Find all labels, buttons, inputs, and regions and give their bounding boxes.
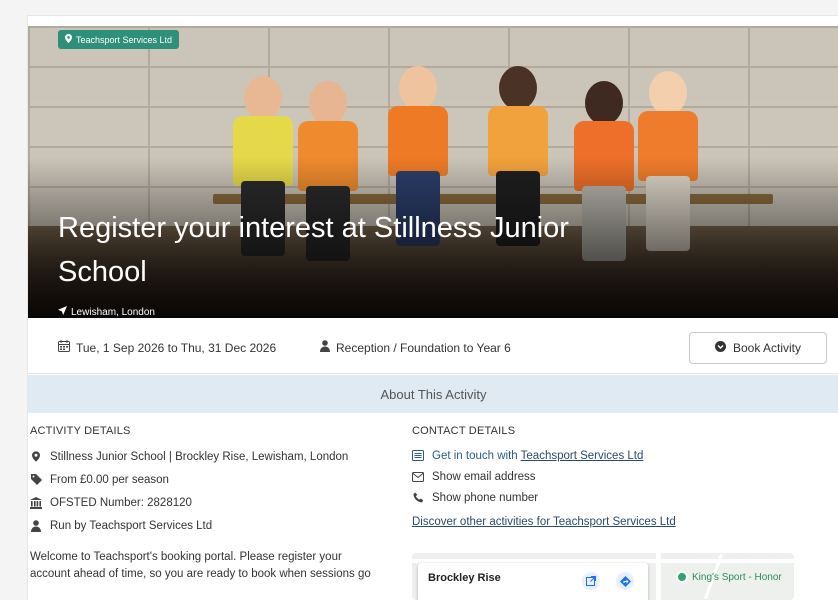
get-in-touch-label: Get in touch with Teachsport Services Lt… bbox=[432, 450, 643, 462]
page-title: Register your interest at Stillness Juni… bbox=[58, 212, 569, 288]
chevron-circle-down-icon bbox=[714, 341, 726, 355]
hero-banner: Teachsport Services Ltd Register your in… bbox=[28, 26, 838, 318]
discover-activities-link[interactable]: Discover other activities for Teachsport… bbox=[412, 516, 676, 528]
location-map[interactable]: Brockley Rise King's Sport - Honor bbox=[412, 553, 794, 600]
show-email-row[interactable]: Show email address bbox=[412, 466, 802, 487]
provider-badge-label: Teachsport Services Ltd bbox=[76, 34, 173, 45]
provider-badge[interactable]: Teachsport Services Ltd bbox=[58, 30, 180, 49]
price-row: From £0.00 per season bbox=[30, 468, 380, 491]
run-by-row: Run by Teachsport Services Ltd bbox=[30, 514, 380, 537]
run-by-label: Run by Teachsport Services Ltd bbox=[50, 519, 213, 532]
price-label: From £0.00 per season bbox=[50, 473, 169, 486]
calendar-icon bbox=[58, 340, 70, 355]
show-email-label: Show email address bbox=[432, 470, 536, 483]
venue-row: Stillness Junior School | Brockley Rise,… bbox=[30, 445, 380, 468]
activity-description: Welcome to Teachsport's booking portal. … bbox=[30, 551, 371, 580]
show-phone-label: Show phone number bbox=[432, 491, 539, 504]
get-in-touch-prefix: Get in touch with bbox=[432, 449, 518, 462]
activity-meta-row: Tue, 1 Sep 2026 to Thu, 31 Dec 2026 Rece… bbox=[28, 318, 838, 374]
book-activity-label: Book Activity bbox=[732, 341, 802, 355]
map-poi-label: King's Sport - Honor bbox=[692, 571, 782, 583]
book-activity-button[interactable]: Book Activity bbox=[689, 332, 827, 364]
ofsted-row: OFSTED Number: 2828120 bbox=[30, 491, 380, 514]
map-road bbox=[656, 553, 661, 600]
map-place-card: Brockley Rise bbox=[418, 563, 648, 600]
map-pin-icon bbox=[65, 34, 72, 45]
hero-location: Lewisham, London bbox=[58, 306, 155, 318]
map-place-title: Brockley Rise bbox=[428, 572, 501, 584]
poi-marker-icon bbox=[676, 571, 688, 583]
age-range: Reception / Foundation to Year 6 bbox=[320, 340, 511, 355]
show-phone-row[interactable]: Show phone number bbox=[412, 487, 802, 508]
directions-icon[interactable] bbox=[616, 572, 634, 590]
age-range-label: Reception / Foundation to Year 6 bbox=[336, 340, 511, 355]
get-in-touch-link[interactable]: Teachsport Services Ltd bbox=[521, 450, 644, 462]
venue-link[interactable]: Stillness Junior School | Brockley Rise,… bbox=[50, 451, 348, 463]
date-range-label: Tue, 1 Sep 2026 to Thu, 31 Dec 2026 bbox=[76, 340, 277, 355]
price-tag-icon bbox=[30, 474, 42, 485]
envelope-icon bbox=[412, 471, 424, 482]
message-list-icon bbox=[412, 450, 424, 461]
date-range: Tue, 1 Sep 2026 to Thu, 31 Dec 2026 bbox=[58, 340, 276, 355]
user-icon bbox=[30, 519, 42, 532]
location-arrow-icon bbox=[58, 306, 67, 318]
about-activity-heading: About This Activity bbox=[28, 375, 838, 413]
ofsted-label: OFSTED Number: 2828120 bbox=[50, 496, 192, 509]
activity-details-section: ACTIVITY DETAILS Stillness Junior School… bbox=[30, 425, 380, 583]
discover-row: Discover other activities for Teachsport… bbox=[412, 510, 802, 533]
phone-icon bbox=[412, 492, 424, 503]
map-pin-icon bbox=[30, 451, 42, 462]
activity-details-heading: ACTIVITY DETAILS bbox=[30, 425, 131, 437]
get-in-touch-row: Get in touch with Teachsport Services Lt… bbox=[412, 445, 802, 466]
location-label: Lewisham, London bbox=[71, 306, 155, 318]
institution-icon bbox=[30, 496, 42, 509]
user-icon bbox=[320, 340, 330, 355]
map-poi[interactable]: King's Sport - Honor bbox=[676, 571, 782, 583]
open-in-maps-icon[interactable] bbox=[582, 572, 600, 590]
contact-details-section: CONTACT DETAILS Get in touch with Teachs… bbox=[412, 425, 802, 533]
contact-details-heading: CONTACT DETAILS bbox=[412, 425, 516, 437]
